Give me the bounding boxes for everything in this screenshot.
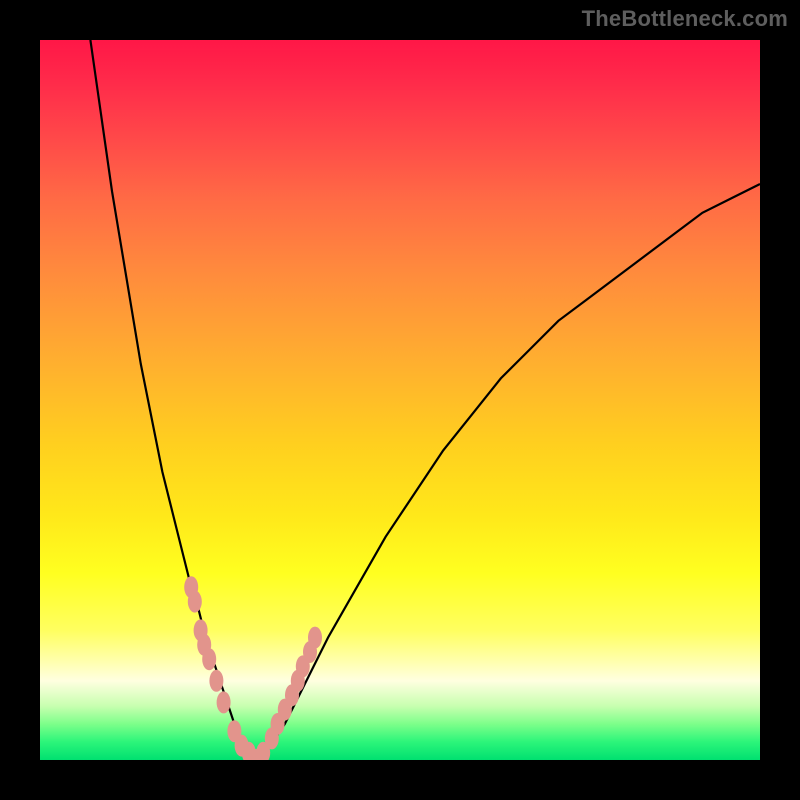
- marker-point: [308, 627, 322, 649]
- curve-svg: [40, 40, 760, 760]
- chart-frame: TheBottleneck.com: [0, 0, 800, 800]
- marker-point: [188, 591, 202, 613]
- marker-point: [202, 648, 216, 670]
- highlight-markers: [184, 576, 322, 760]
- bottleneck-curve: [90, 40, 760, 760]
- watermark-text: TheBottleneck.com: [582, 6, 788, 32]
- plot-area: [40, 40, 760, 760]
- marker-point: [217, 691, 231, 713]
- marker-point: [209, 670, 223, 692]
